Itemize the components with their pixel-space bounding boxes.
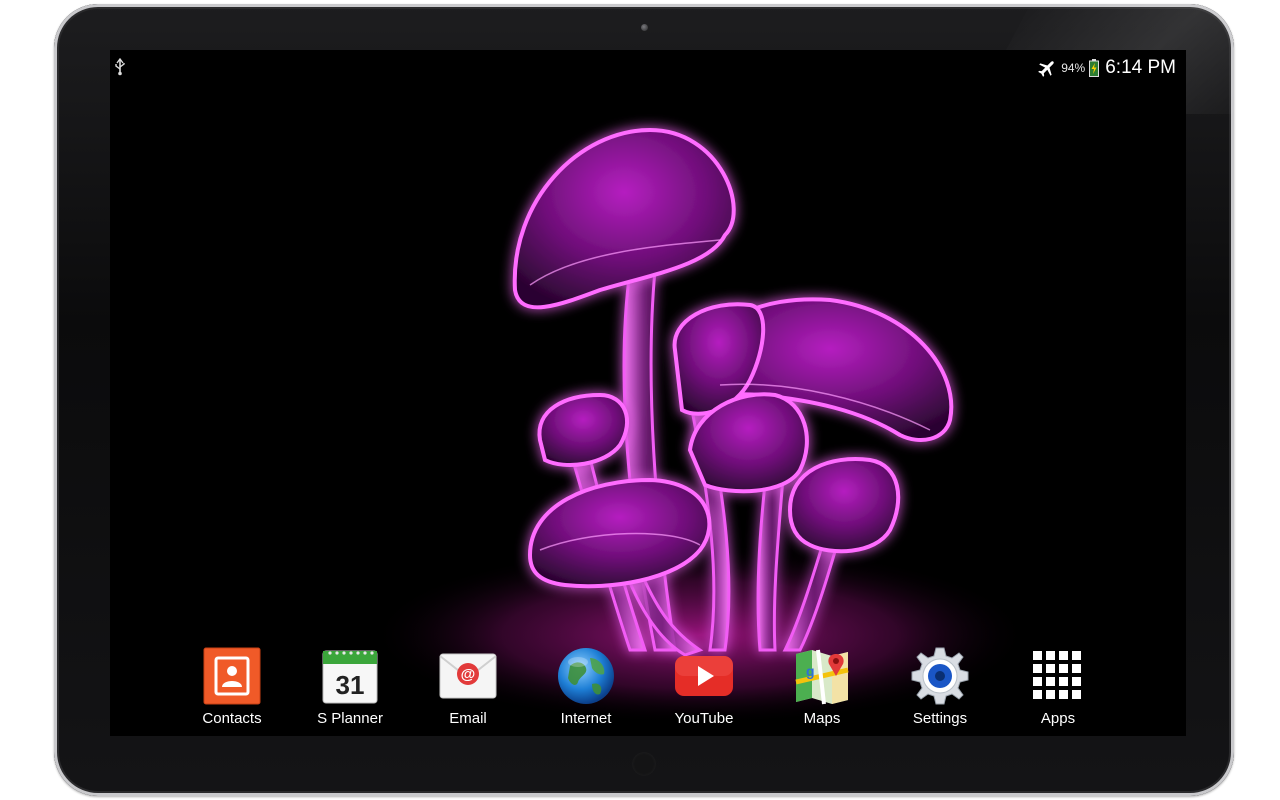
app-label: Apps <box>1040 710 1076 727</box>
usb-icon <box>115 58 125 76</box>
app-label: S Planner <box>317 710 383 727</box>
battery-charging-icon <box>1089 59 1100 77</box>
app-label: YouTube <box>674 710 734 727</box>
svg-text:g: g <box>806 663 815 679</box>
app-dock: Contacts 31 S Planner @ Email Internet Y… <box>110 640 1186 736</box>
app-internet[interactable]: Internet <box>536 646 636 732</box>
app-maps[interactable]: g Maps <box>772 646 872 732</box>
status-bar: 94% 6:14 PM <box>110 50 1186 84</box>
status-right-group: 94% 6:14 PM <box>1037 56 1176 80</box>
app-label: Settings <box>912 710 968 727</box>
app-label: Email <box>449 710 487 727</box>
app-s-planner[interactable]: 31 S Planner <box>300 646 400 732</box>
app-drawer[interactable]: Apps <box>1008 646 1108 732</box>
contacts-icon <box>203 647 261 705</box>
mushroom-wallpaper <box>110 50 1186 736</box>
app-label: Maps <box>803 710 841 727</box>
airplane-mode-icon <box>1038 61 1054 77</box>
app-contacts[interactable]: Contacts <box>182 646 282 732</box>
home-screen: 94% 6:14 PM Contacts 31 S Planner @ Emai… <box>110 50 1186 736</box>
front-camera <box>641 24 648 31</box>
app-label: Internet <box>560 710 612 727</box>
calendar-icon: 31 <box>322 650 378 704</box>
email-icon: @ <box>439 653 497 699</box>
gear-icon <box>911 647 969 705</box>
app-label: Contacts <box>202 710 262 727</box>
battery-percent: 94% <box>1061 61 1086 75</box>
app-youtube[interactable]: YouTube <box>654 646 754 732</box>
app-settings[interactable]: Settings <box>890 646 990 732</box>
globe-icon <box>558 648 614 704</box>
maps-icon: g <box>795 649 849 705</box>
home-button[interactable] <box>632 752 656 776</box>
youtube-icon <box>675 656 733 696</box>
status-clock: 6:14 PM <box>1105 57 1176 78</box>
app-email[interactable]: @ Email <box>418 646 518 732</box>
svg-text:@: @ <box>461 666 476 683</box>
app-grid-icon <box>1033 651 1081 699</box>
calendar-date: 31 <box>336 670 365 700</box>
tablet-frame: 94% 6:14 PM Contacts 31 S Planner @ Emai… <box>54 4 1234 796</box>
